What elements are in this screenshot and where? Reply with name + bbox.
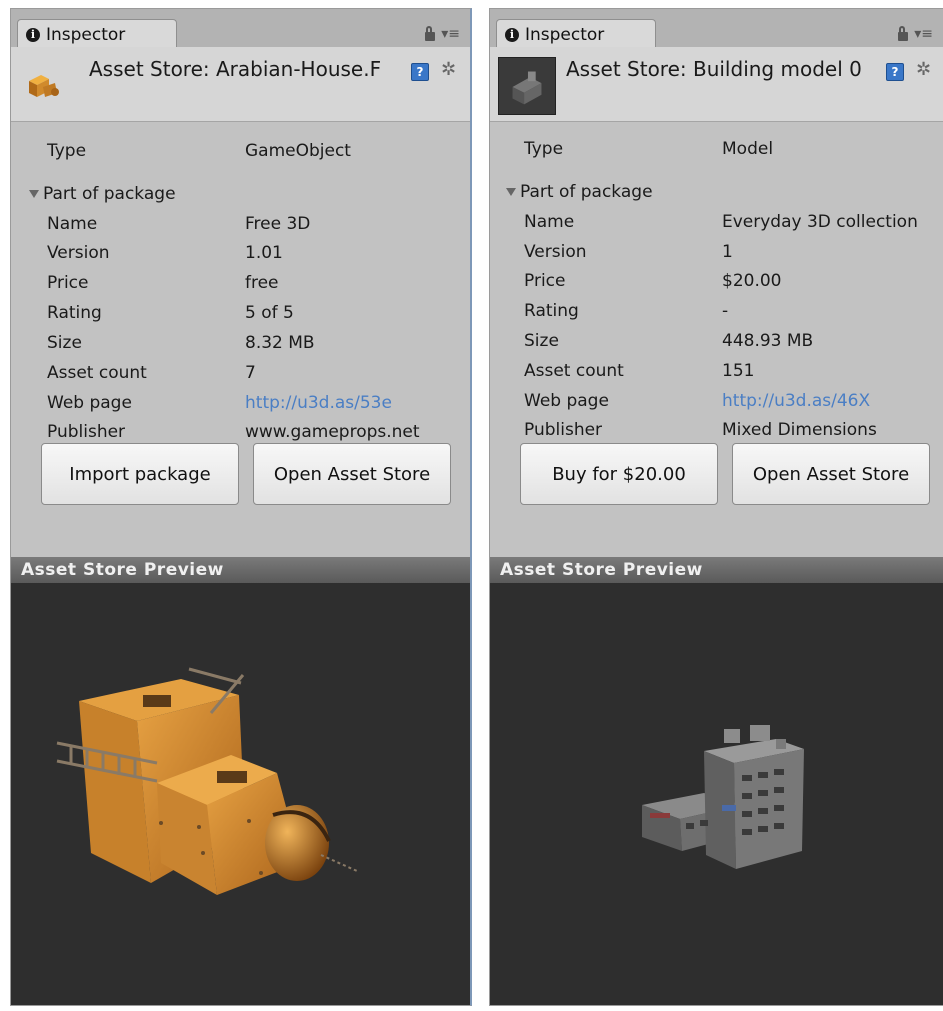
property-value: 448.93 MB: [722, 331, 814, 351]
property-row-price: Price free: [11, 273, 470, 301]
info-icon: i: [505, 27, 519, 42]
lock-icon[interactable]: [898, 26, 909, 41]
property-row-price: Price $20.00: [490, 271, 943, 299]
lock-icon[interactable]: [425, 26, 436, 41]
tab-inspector[interactable]: i Inspector: [496, 19, 656, 49]
open-asset-store-button[interactable]: Open Asset Store: [253, 443, 451, 505]
tab-label: Inspector: [525, 24, 605, 45]
property-value: 1.01: [245, 243, 283, 263]
property-value: Everyday 3D collection: [722, 212, 918, 232]
property-label: Publisher: [47, 422, 126, 442]
property-value: -: [722, 301, 729, 321]
property-row-web-page: Web page http://u3d.as/53e: [11, 393, 470, 421]
inspector-header: Asset Store: Arabian-House.F ? ✲: [11, 47, 470, 122]
property-value: 7: [245, 363, 256, 383]
property-row-version: Version 1: [490, 242, 943, 270]
property-value: 8.32 MB: [245, 333, 315, 353]
gear-icon[interactable]: ✲: [916, 59, 931, 80]
part-of-package-foldout[interactable]: Part of package: [490, 182, 943, 210]
property-value: Model: [722, 139, 774, 159]
property-value: www.gameprops.net: [245, 422, 420, 442]
foldout-triangle-icon: [506, 188, 516, 196]
property-label: Asset count: [47, 363, 147, 383]
property-row-name: Name Free 3D: [11, 214, 470, 242]
import-package-button[interactable]: Import package: [41, 443, 239, 505]
buy-button[interactable]: Buy for $20.00: [520, 443, 718, 505]
property-row-asset-count: Asset count 151: [490, 361, 943, 389]
web-page-link[interactable]: http://u3d.as/46X: [722, 391, 943, 411]
help-icon[interactable]: ?: [411, 63, 429, 81]
property-value: GameObject: [245, 141, 351, 161]
open-asset-store-button[interactable]: Open Asset Store: [732, 443, 930, 505]
property-label: Version: [47, 243, 110, 263]
property-value: $20.00: [722, 271, 782, 291]
property-label: Asset count: [524, 361, 624, 381]
property-row-type: Type Model: [490, 139, 943, 167]
tab-inspector[interactable]: i Inspector: [17, 19, 177, 49]
property-label: Type: [47, 141, 87, 161]
inspector-panel-right: i Inspector ▾≡ Asset Store: Building mod…: [489, 8, 943, 1006]
property-value: 1: [722, 242, 733, 262]
arabian-house-model-preview: [56, 667, 358, 895]
asset-title: Asset Store: Building model 0: [566, 57, 862, 81]
info-icon: i: [26, 27, 40, 42]
property-label: Type: [524, 139, 564, 159]
part-of-package-foldout[interactable]: Part of package: [11, 184, 470, 212]
property-label: Name: [47, 214, 98, 234]
property-label: Price: [524, 271, 566, 291]
property-value: 5 of 5: [245, 303, 294, 323]
property-row-version: Version 1.01: [11, 243, 470, 271]
property-value: Free 3D: [245, 214, 311, 234]
asset-thumbnail-icon: [29, 75, 59, 97]
tab-label: Inspector: [46, 24, 126, 45]
property-label: Rating: [47, 303, 102, 323]
preview-header: Asset Store Preview: [490, 557, 943, 583]
building-model-preview: [642, 725, 804, 869]
web-page-link[interactable]: http://u3d.as/53e: [245, 393, 470, 413]
property-value: Mixed Dimensions: [722, 420, 877, 440]
section-label: Part of package: [43, 184, 176, 204]
property-label: Version: [524, 242, 587, 262]
property-row-type: Type GameObject: [11, 141, 470, 169]
asset-preview-viewport[interactable]: [11, 583, 470, 1005]
section-label: Part of package: [520, 182, 653, 202]
property-label: Web page: [524, 391, 609, 411]
property-row-web-page: Web page http://u3d.as/46X: [490, 391, 943, 419]
property-value: free: [245, 273, 279, 293]
property-row-size: Size 448.93 MB: [490, 331, 943, 359]
foldout-triangle-icon: [29, 190, 39, 198]
property-label: Size: [47, 333, 82, 353]
property-label: Publisher: [524, 420, 603, 440]
property-row-rating: Rating -: [490, 301, 943, 329]
property-label: Name: [524, 212, 575, 232]
gear-icon[interactable]: ✲: [441, 59, 456, 80]
preview-header: Asset Store Preview: [11, 557, 470, 583]
property-row-asset-count: Asset count 7: [11, 363, 470, 391]
property-row-name: Name Everyday 3D collection: [490, 212, 943, 240]
property-row-size: Size 8.32 MB: [11, 333, 470, 361]
asset-preview-viewport[interactable]: [490, 583, 943, 1005]
asset-thumbnail-icon: [498, 57, 556, 115]
tab-bar: i Inspector ▾≡: [11, 9, 470, 49]
property-label: Rating: [524, 301, 579, 321]
help-icon[interactable]: ?: [886, 63, 904, 81]
asset-title: Asset Store: Arabian-House.F: [89, 57, 382, 81]
property-row-rating: Rating 5 of 5: [11, 303, 470, 331]
inspector-header: Asset Store: Building model 0 ? ✲: [490, 47, 943, 122]
inspector-panel-left: i Inspector ▾≡ Asset Store: Arabian-Hous…: [10, 8, 472, 1006]
property-label: Web page: [47, 393, 132, 413]
tab-bar: i Inspector ▾≡: [490, 9, 943, 49]
tab-menu-icon[interactable]: ▾≡: [914, 27, 933, 41]
property-label: Size: [524, 331, 559, 351]
tab-menu-icon[interactable]: ▾≡: [441, 27, 460, 41]
property-value: 151: [722, 361, 755, 381]
property-label: Price: [47, 273, 89, 293]
